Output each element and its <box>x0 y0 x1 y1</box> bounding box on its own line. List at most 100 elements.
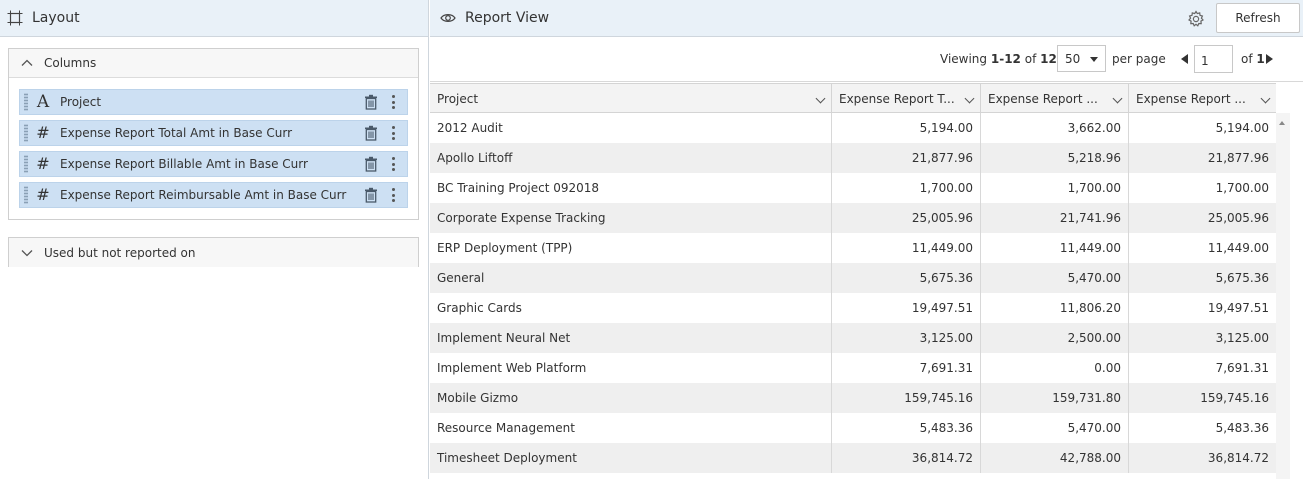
column-header-project[interactable]: Project <box>430 84 832 113</box>
scroll-up-icon[interactable] <box>1279 121 1285 125</box>
per-page-select[interactable]: 50 <box>1057 45 1106 72</box>
per-page-value: 50 <box>1065 51 1081 66</box>
amount-cell: 5,675.36 <box>1215 271 1269 285</box>
column-item-label: Project <box>60 95 102 109</box>
amount-cell: 2,500.00 <box>981 323 1129 353</box>
project-cell: Corporate Expense Tracking <box>430 203 832 233</box>
used-not-reported-header[interactable]: Used but not reported on <box>9 238 418 267</box>
more-vertical-icon[interactable] <box>391 188 395 202</box>
more-vertical-icon[interactable] <box>391 95 395 109</box>
columns-section-header[interactable]: Columns <box>9 49 418 78</box>
columns-section: Columns A Project # Expense Report Total… <box>8 48 419 220</box>
drag-handle-icon[interactable] <box>24 124 28 142</box>
amount-cell: 7,691.31 <box>832 353 981 383</box>
chevron-up-icon[interactable] <box>20 56 34 70</box>
amount-cell: 11,806.20 <box>981 293 1129 323</box>
amount-cell: 25,005.96 <box>1207 211 1269 225</box>
amount-cell: 3,125.00 <box>832 323 981 353</box>
number-type-icon: # <box>36 123 50 142</box>
trash-icon[interactable] <box>363 187 379 203</box>
trash-icon[interactable] <box>363 125 379 141</box>
refresh-button[interactable]: Refresh <box>1216 3 1300 33</box>
column-header-label: Expense Report ... <box>1136 91 1246 106</box>
column-item-reimbursable-amt[interactable]: # Expense Report Reimbursable Amt in Bas… <box>19 182 408 208</box>
amount-cell: 42,788.00 <box>981 443 1129 473</box>
number-type-icon: # <box>36 154 50 173</box>
chevron-down-icon[interactable] <box>20 246 34 260</box>
gear-icon[interactable] <box>1187 10 1205 28</box>
project-cell: ERP Deployment (TPP) <box>430 233 832 263</box>
eye-icon <box>440 10 456 26</box>
chevron-down-icon <box>1090 57 1098 62</box>
project-cell: General <box>430 263 832 293</box>
project-cell: Implement Web Platform <box>430 353 832 383</box>
column-header-label: Project <box>437 91 479 106</box>
table-row[interactable]: General 5,675.36 5,470.00 5,675.36 <box>430 263 1276 293</box>
more-vertical-icon[interactable] <box>391 126 395 140</box>
amount-cell: 5,675.36 <box>832 263 981 293</box>
project-cell: 2012 Audit <box>430 113 832 143</box>
column-item-label: Expense Report Total Amt in Base Curr <box>60 126 293 140</box>
trash-icon[interactable] <box>363 156 379 172</box>
table-header: Project Expense Report T... Expense Repo… <box>430 83 1276 113</box>
project-cell: Mobile Gizmo <box>430 383 832 413</box>
table-row[interactable]: Mobile Gizmo 159,745.16 159,731.80 159,745.… <box>430 383 1276 413</box>
chevron-down-icon[interactable] <box>1112 93 1123 104</box>
project-cell: Timesheet Deployment <box>430 443 832 473</box>
column-item-total-amt[interactable]: # Expense Report Total Amt in Base Curr <box>19 120 408 146</box>
amount-cell: 21,877.96 <box>1207 151 1269 165</box>
amount-cell: 11,449.00 <box>832 233 981 263</box>
column-header-billable-amt[interactable]: Expense Report ... <box>981 84 1129 113</box>
column-header-total-amt[interactable]: Expense Report T... <box>832 84 981 113</box>
chevron-down-icon[interactable] <box>815 93 826 104</box>
page-number-input[interactable] <box>1194 45 1233 73</box>
project-cell: Resource Management <box>430 413 832 443</box>
drag-handle-icon[interactable] <box>24 93 28 111</box>
amount-cell: 5,194.00 <box>1215 121 1269 135</box>
column-item-project[interactable]: A Project <box>19 89 408 115</box>
columns-section-label: Columns <box>44 56 97 70</box>
amount-cell: 3,125.00 <box>1215 331 1269 345</box>
page-of-label: of <box>1241 52 1253 66</box>
project-cell: Graphic Cards <box>430 293 832 323</box>
table-row[interactable]: Apollo Liftoff 21,877.96 5,218.96 21,877.96 <box>430 143 1276 173</box>
chevron-down-icon[interactable] <box>1260 93 1271 104</box>
page-count: of 1 <box>1241 52 1265 66</box>
amount-cell: 5,194.00 <box>832 113 981 143</box>
amount-cell: 1,700.00 <box>981 173 1129 203</box>
project-cell: BC Training Project 092018 <box>430 173 832 203</box>
prev-page-icon[interactable] <box>1181 54 1188 64</box>
next-page-icon[interactable] <box>1266 54 1273 64</box>
amount-cell: 1,700.00 <box>832 173 981 203</box>
amount-cell: 7,691.31 <box>1215 361 1269 375</box>
drag-handle-icon[interactable] <box>24 186 28 204</box>
trash-icon[interactable] <box>363 94 379 110</box>
chevron-down-icon[interactable] <box>964 93 975 104</box>
table-row[interactable]: Graphic Cards 19,497.51 11,806.20 19,497.51 <box>430 293 1276 323</box>
project-cell: Implement Neural Net <box>430 323 832 353</box>
amount-cell: 1,700.00 <box>1215 181 1269 195</box>
report-panel-header: Report View Refresh <box>430 0 1303 37</box>
more-vertical-icon[interactable] <box>391 157 395 171</box>
amount-cell: 0.00 <box>981 353 1129 383</box>
layout-panel-title: Layout <box>32 10 80 26</box>
amount-cell: 21,877.96 <box>832 143 981 173</box>
drag-handle-icon[interactable] <box>24 155 28 173</box>
viewing-summary: Viewing 1-12 of 12 <box>940 52 1057 66</box>
table-row[interactable]: Corporate Expense Tracking 25,005.96 21,74… <box>430 203 1276 233</box>
table-row[interactable]: Implement Neural Net 3,125.00 2,500.00 3,12… <box>430 323 1276 353</box>
right-gutter <box>1290 83 1303 479</box>
column-item-label: Expense Report Billable Amt in Base Curr <box>60 157 308 171</box>
report-panel-title: Report View <box>465 10 550 26</box>
table-row[interactable]: Implement Web Platform 7,691.31 0.00 7,691.… <box>430 353 1276 383</box>
amount-cell: 11,449.00 <box>981 233 1129 263</box>
amount-cell: 5,470.00 <box>981 263 1129 293</box>
table-row[interactable]: 2012 Audit 5,194.00 3,662.00 5,194.00 <box>430 113 1276 143</box>
table-row[interactable]: BC Training Project 092018 1,700.00 1,700.… <box>430 173 1276 203</box>
vertical-scrollbar[interactable] <box>1276 113 1290 479</box>
table-row[interactable]: Timesheet Deployment 36,814.72 42,788.00 36… <box>430 443 1276 473</box>
column-header-reimbursable-amt[interactable]: Expense Report ... <box>1129 84 1276 113</box>
table-row[interactable]: ERP Deployment (TPP) 11,449.00 11,449.00 11… <box>430 233 1276 263</box>
column-item-billable-amt[interactable]: # Expense Report Billable Amt in Base Cu… <box>19 151 408 177</box>
table-row[interactable]: Resource Management 5,483.36 5,470.00 5,483… <box>430 413 1276 443</box>
